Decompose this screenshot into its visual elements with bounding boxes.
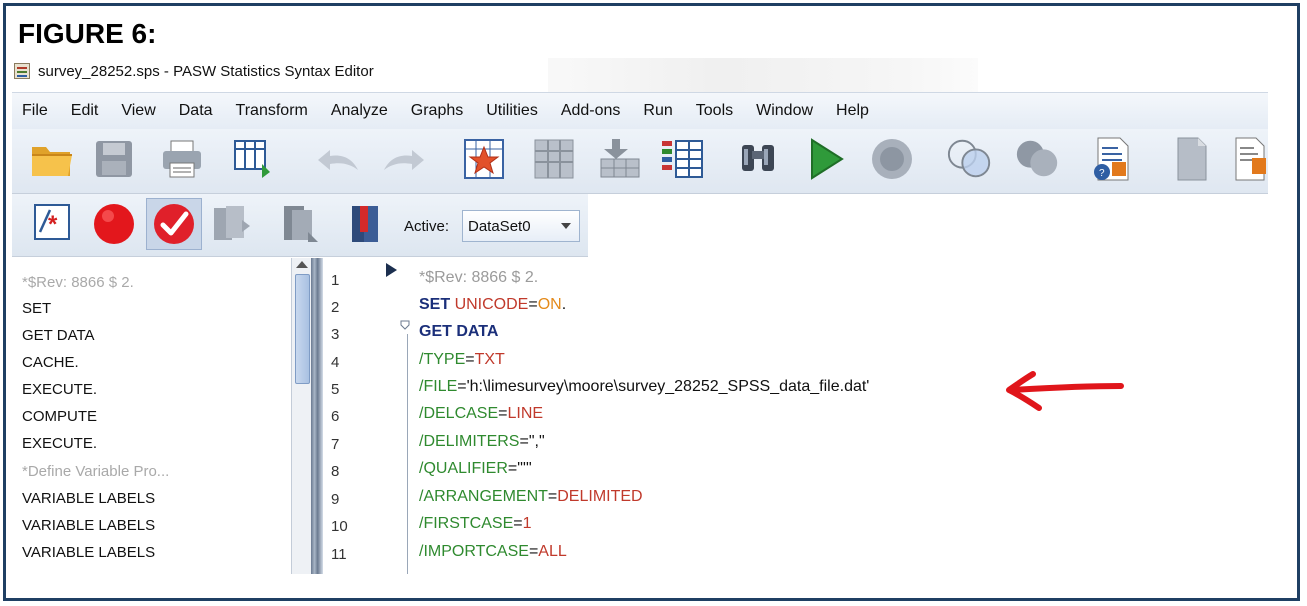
stop-icon[interactable]	[868, 135, 916, 183]
line-number: 5	[331, 381, 340, 398]
select-cases-icon[interactable]	[946, 135, 994, 183]
navigation-pane: *$Rev: 8866 $ 2. SET GET DATA CACHE. EXE…	[12, 258, 292, 574]
line-number: 10	[331, 518, 348, 535]
figure-label: FIGURE 6:	[18, 18, 157, 49]
print-icon[interactable]	[158, 135, 206, 183]
fold-line	[407, 334, 408, 574]
goto-case-star-icon[interactable]	[460, 135, 508, 183]
menu-utilities[interactable]: Utilities	[486, 102, 538, 120]
nav-item[interactable]: CACHE.	[22, 354, 79, 371]
scroll-up-icon[interactable]	[296, 261, 308, 268]
redo-icon[interactable]	[380, 135, 428, 183]
find-binoculars-icon[interactable]	[734, 135, 782, 183]
line-number: 8	[331, 463, 340, 480]
line-number: 3	[331, 326, 340, 343]
code-line-1: *$Rev: 8866 $ 2.	[419, 269, 539, 286]
line-number: 11	[331, 546, 347, 563]
menu-data[interactable]: Data	[179, 102, 213, 120]
menu-graphs[interactable]: Graphs	[411, 102, 463, 120]
open-folder-icon[interactable]	[28, 135, 76, 183]
script-icon[interactable]: ?	[1088, 135, 1136, 183]
line-number: 9	[331, 491, 340, 508]
annotation-arrow-icon	[1006, 371, 1124, 411]
syntax-file-icon	[14, 63, 30, 79]
nav-item[interactable]: VARIABLE LABELS	[22, 517, 155, 534]
menu-run[interactable]: Run	[643, 102, 672, 120]
chevron-down-icon	[561, 223, 571, 229]
nav-item[interactable]: *Define Variable Pro...	[22, 463, 169, 480]
bookmark-icon[interactable]	[208, 200, 256, 248]
split-file-icon[interactable]	[658, 135, 706, 183]
toolbar-empty-area	[588, 194, 1268, 256]
menu-analyze[interactable]: Analyze	[331, 102, 388, 120]
menu-tools[interactable]: Tools	[696, 102, 733, 120]
fold-toggle-icon[interactable]	[400, 320, 410, 330]
weight-cases-icon[interactable]	[1014, 135, 1062, 183]
menu-help[interactable]: Help	[836, 102, 869, 120]
code-line-2: SET UNICODE=ON.	[419, 296, 567, 313]
syntax-editor[interactable]: *$Rev: 8866 $ 2. SET UNICODE=ON. GET DAT…	[411, 258, 1268, 574]
code-line-5: /FILE='h:\limesurvey\moore\survey_28252_…	[419, 378, 870, 395]
line-number: 4	[331, 354, 340, 371]
active-dataset-select[interactable]: DataSet0	[462, 210, 580, 242]
doc-icon-2[interactable]	[1224, 135, 1268, 183]
window-titlebar: survey_28252.sps - PASW Statistics Synta…	[14, 58, 374, 84]
code-line-8: /QUALIFIER="'"	[419, 460, 532, 477]
undo-icon[interactable]	[314, 135, 362, 183]
svg-text:*: *	[48, 211, 58, 238]
save-disk-icon[interactable]	[90, 135, 138, 183]
active-dataset-value: DataSet0	[468, 217, 531, 235]
window-title: survey_28252.sps - PASW Statistics Synta…	[38, 62, 374, 80]
book-icon[interactable]	[342, 200, 390, 248]
menu-addons[interactable]: Add-ons	[561, 102, 621, 120]
line-number: 1	[331, 272, 340, 289]
nav-item[interactable]: *$Rev: 8866 $ 2.	[22, 274, 134, 291]
line-number: 7	[331, 436, 340, 453]
navigation-scrollbar[interactable]	[291, 258, 312, 574]
code-line-6: /DELCASE=LINE	[419, 405, 544, 422]
line-number-gutter: 1 2 3 4 5 6 7 8 9 10 11	[323, 258, 382, 574]
validate-check-icon[interactable]	[146, 198, 202, 250]
blurred-region	[548, 58, 978, 92]
line-number: 6	[331, 408, 340, 425]
bookmark-next-icon[interactable]	[278, 200, 326, 248]
line-number: 2	[331, 299, 340, 316]
run-play-icon[interactable]	[802, 135, 850, 183]
comment-syntax-icon[interactable]: *	[32, 202, 72, 242]
insert-cases-icon[interactable]	[596, 135, 644, 183]
code-line-3: GET DATA	[419, 323, 499, 340]
svg-text:?: ?	[1099, 168, 1105, 179]
goto-data-icon[interactable]	[230, 135, 278, 183]
active-dataset-label: Active:	[404, 218, 450, 235]
code-line-4: /TYPE=TXT	[419, 351, 505, 368]
nav-item[interactable]: EXECUTE.	[22, 381, 97, 398]
main-toolbar: ?	[12, 129, 1268, 194]
nav-item[interactable]: SET	[22, 300, 51, 317]
menu-view[interactable]: View	[121, 102, 155, 120]
code-line-11: /IMPORTCASE=ALL	[419, 543, 567, 560]
nav-item[interactable]: GET DATA	[22, 327, 95, 344]
code-line-10: /FIRSTCASE=1	[419, 515, 532, 532]
code-line-9: /ARRANGEMENT=DELIMITED	[419, 488, 643, 505]
menu-window[interactable]: Window	[756, 102, 813, 120]
menu-transform[interactable]: Transform	[236, 102, 308, 120]
breakpoint-icon[interactable]	[90, 200, 138, 248]
menu-bar: File Edit View Data Transform Analyze Gr…	[12, 92, 1268, 130]
doc-icon[interactable]	[1168, 135, 1216, 183]
nav-item[interactable]: COMPUTE	[22, 408, 97, 425]
menu-file[interactable]: File	[22, 102, 48, 120]
nav-item[interactable]: VARIABLE LABELS	[22, 544, 155, 561]
nav-item[interactable]: VARIABLE LABELS	[22, 490, 155, 507]
current-line-arrow-icon	[386, 263, 397, 277]
pane-splitter[interactable]	[311, 258, 323, 574]
menu-edit[interactable]: Edit	[71, 102, 99, 120]
nav-item[interactable]: EXECUTE.	[22, 435, 97, 452]
variables-icon[interactable]	[530, 135, 578, 183]
scroll-thumb[interactable]	[295, 274, 310, 384]
code-line-7: /DELIMITERS=","	[419, 433, 545, 450]
